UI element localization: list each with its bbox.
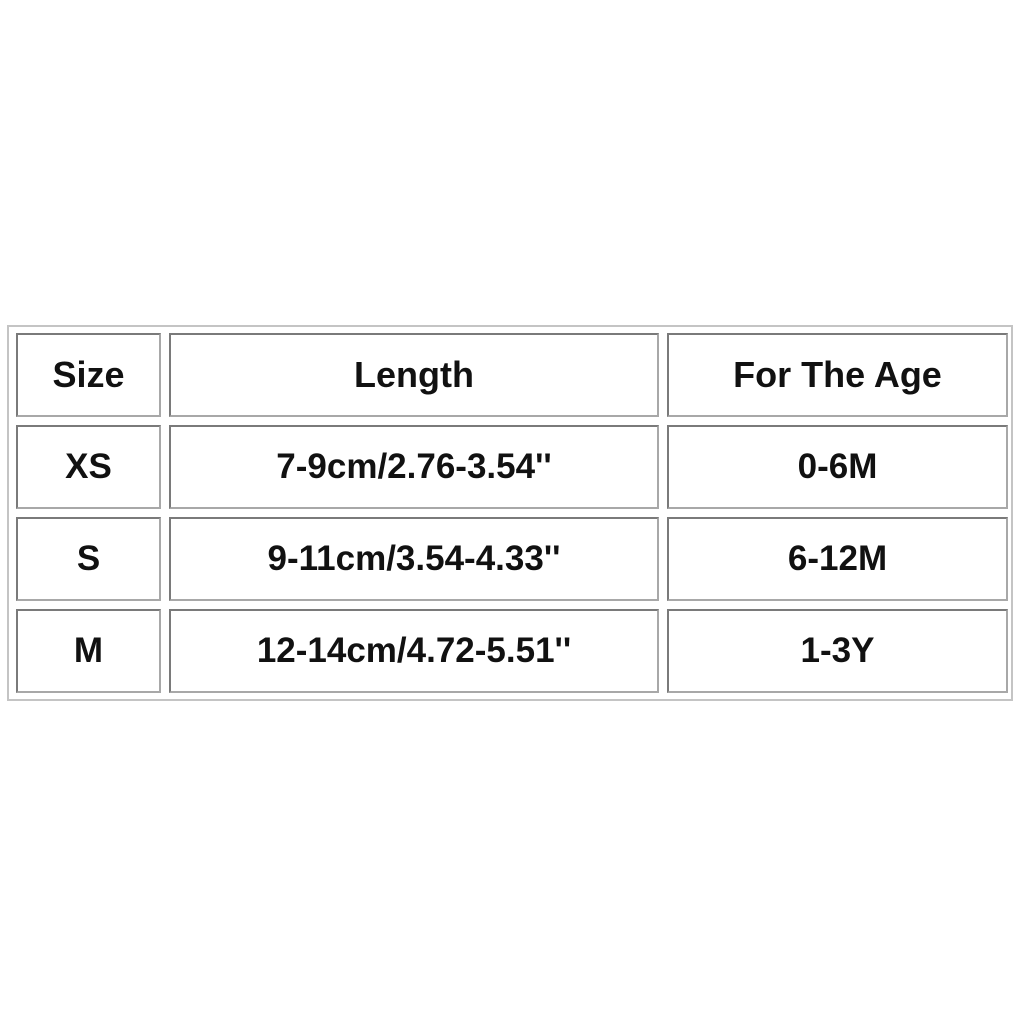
header-length: Length — [169, 333, 659, 417]
header-age: For The Age — [667, 333, 1008, 417]
table-row: XS 7-9cm/2.76-3.54'' 0-6M — [16, 425, 1008, 509]
table-row: S 9-11cm/3.54-4.33'' 6-12M — [16, 517, 1008, 601]
table-row: M 12-14cm/4.72-5.51'' 1-3Y — [16, 609, 1008, 693]
header-row: Size Length For The Age — [16, 333, 1008, 417]
cell-length: 9-11cm/3.54-4.33'' — [169, 517, 659, 601]
cell-age: 1-3Y — [667, 609, 1008, 693]
cell-age: 0-6M — [667, 425, 1008, 509]
cell-size: M — [16, 609, 161, 693]
size-table: Size Length For The Age XS 7-9cm/2.76-3.… — [8, 325, 1016, 701]
cell-length: 12-14cm/4.72-5.51'' — [169, 609, 659, 693]
cell-length: 7-9cm/2.76-3.54'' — [169, 425, 659, 509]
cell-size: S — [16, 517, 161, 601]
header-size: Size — [16, 333, 161, 417]
size-chart: Size Length For The Age XS 7-9cm/2.76-3.… — [7, 325, 1013, 701]
cell-size: XS — [16, 425, 161, 509]
cell-age: 6-12M — [667, 517, 1008, 601]
